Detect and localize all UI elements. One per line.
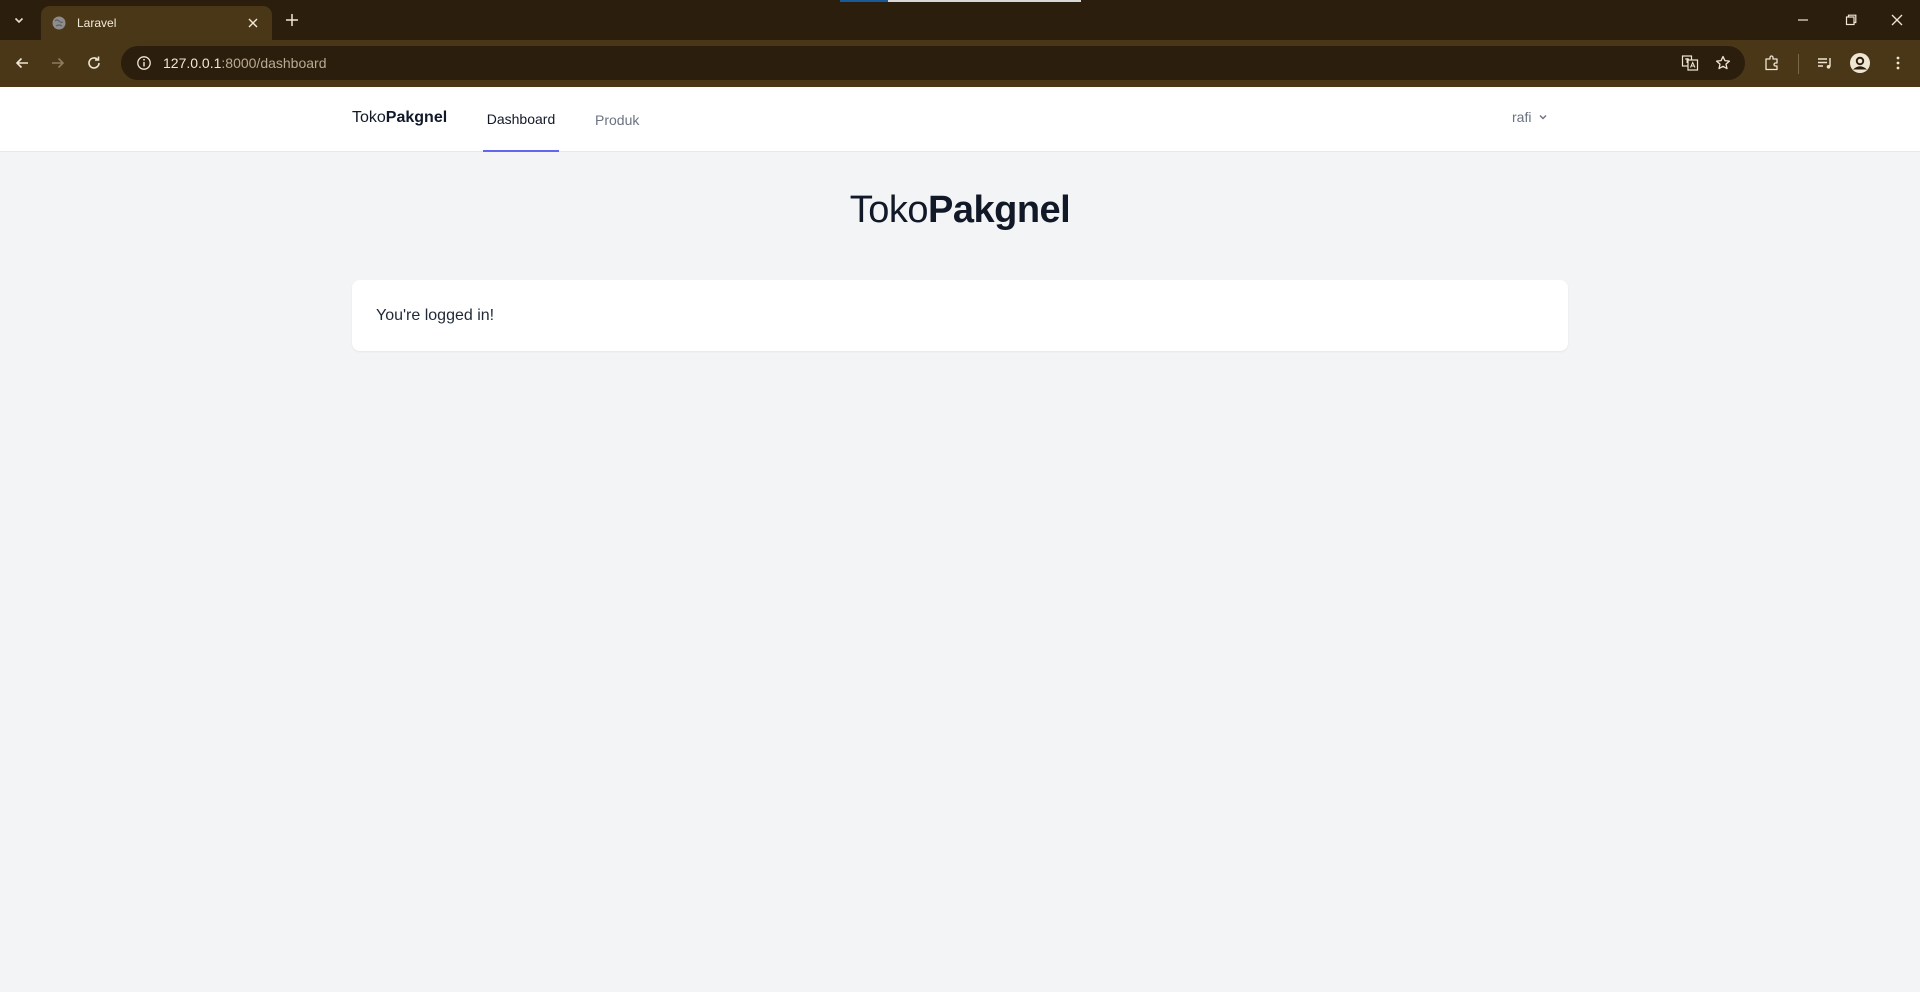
page-viewport: TokoPakgnel Dashboard Produk rafi TokoPa…	[0, 87, 1920, 992]
close-icon	[248, 18, 258, 28]
info-icon	[137, 56, 151, 70]
reload-icon	[88, 56, 100, 69]
bookmark-button[interactable]	[1711, 52, 1735, 74]
media-controls-button[interactable]	[1813, 51, 1837, 75]
back-button[interactable]	[10, 51, 34, 75]
extensions-button[interactable]	[1760, 51, 1784, 75]
restore-icon	[1845, 14, 1857, 26]
chevron-down-icon	[14, 17, 24, 24]
media-queue-icon	[1818, 58, 1831, 69]
nav-link-produk[interactable]: Produk	[591, 87, 643, 152]
chevron-down-icon	[1539, 115, 1547, 120]
browser-menu-button[interactable]	[1886, 51, 1910, 75]
browser-tab[interactable]: Laravel	[41, 6, 272, 40]
profile-avatar-icon	[1850, 53, 1870, 73]
tab-title: Laravel	[77, 16, 117, 30]
url-text: 127.0.0.1:8000/dashboard	[163, 55, 326, 71]
toolbar-divider	[1798, 54, 1799, 74]
brand-logo-link[interactable]: TokoPakgnel	[352, 109, 447, 127]
minimize-button[interactable]	[1788, 6, 1818, 34]
reload-button[interactable]	[82, 51, 106, 75]
status-card: You're logged in!	[352, 280, 1568, 351]
tab-loading-indicator	[840, 0, 888, 2]
brand-bold: Pakgnel	[385, 109, 448, 126]
minimize-icon	[1798, 19, 1808, 21]
tab-close-button[interactable]	[244, 14, 262, 32]
url-host: 127.0.0.1	[163, 55, 222, 71]
title-prefix: Toko	[849, 189, 929, 231]
page-title: TokoPakgnel	[0, 189, 1920, 232]
forward-arrow-icon	[52, 57, 65, 69]
translate-button[interactable]	[1678, 52, 1702, 74]
nav-link-dashboard[interactable]: Dashboard	[483, 87, 559, 152]
forward-button[interactable]	[46, 51, 70, 75]
title-bold: Pakgnel	[928, 189, 1071, 231]
login-status-message: You're logged in!	[376, 306, 495, 324]
site-info-button[interactable]	[127, 46, 161, 80]
user-dropdown-trigger[interactable]: rafi	[1512, 109, 1549, 125]
plus-icon	[286, 14, 298, 26]
url-path: :8000/dashboard	[221, 55, 327, 71]
translate-icon	[1681, 55, 1699, 71]
restore-button[interactable]	[1836, 6, 1866, 34]
kebab-menu-icon	[1896, 56, 1900, 70]
back-arrow-icon	[15, 57, 28, 69]
browser-toolbar: 127.0.0.1:8000/dashboard	[0, 40, 1920, 87]
new-tab-button[interactable]	[282, 10, 302, 30]
tab-search-button[interactable]	[7, 9, 31, 31]
globe-icon	[51, 15, 67, 31]
nav-link-label: Produk	[595, 111, 640, 128]
address-bar[interactable]: 127.0.0.1:8000/dashboard	[121, 46, 1745, 80]
close-icon	[1891, 14, 1903, 26]
brand-prefix: Toko	[352, 109, 386, 126]
browser-tabstrip: Laravel	[0, 0, 1920, 40]
user-name: rafi	[1512, 109, 1532, 125]
tab-loading-track	[888, 0, 1081, 2]
app-navbar: TokoPakgnel Dashboard Produk rafi	[0, 87, 1920, 152]
profile-button[interactable]	[1848, 51, 1872, 75]
star-icon	[1715, 55, 1731, 70]
close-window-button[interactable]	[1882, 6, 1912, 34]
puzzle-icon	[1765, 55, 1778, 71]
nav-link-label: Dashboard	[486, 110, 556, 127]
